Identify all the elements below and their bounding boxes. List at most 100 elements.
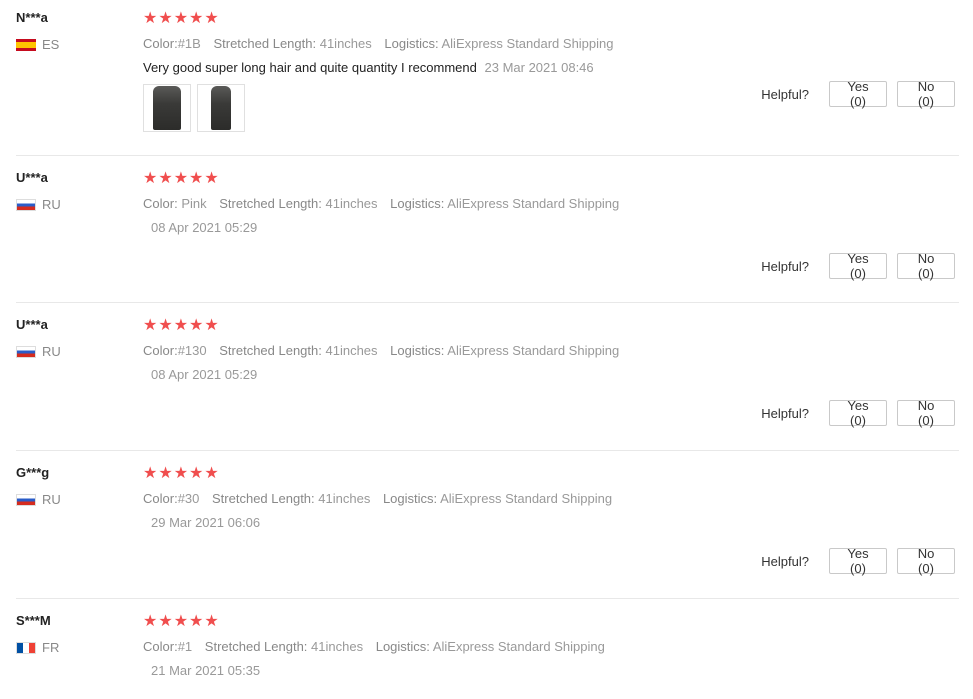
review-photo-thumbnail[interactable]: [197, 84, 245, 132]
russia-flag-icon: [16, 345, 36, 358]
reviewer-info: U***a RU: [16, 317, 136, 359]
helpful-no-button[interactable]: No (0): [897, 398, 955, 428]
review-date: 08 Apr 2021 05:29: [151, 220, 258, 235]
attr-key: Color:: [143, 639, 178, 654]
star-icon: ★: [204, 10, 219, 27]
attr-value: #130: [177, 343, 207, 358]
star-icon: ★: [158, 317, 173, 334]
star-icon: ★: [204, 317, 219, 334]
reviewer-country: RU: [16, 492, 136, 507]
review-date: 08 Apr 2021 05:29: [151, 367, 258, 382]
helpful-yes-button[interactable]: Yes (0): [829, 79, 887, 109]
helpful-label: Helpful?: [761, 553, 809, 569]
star-rating: ★ ★ ★ ★ ★: [143, 613, 743, 631]
attr-key: Color:: [143, 36, 178, 51]
hair-photo-image: [211, 86, 231, 130]
star-icon: ★: [189, 613, 204, 630]
review-date: 29 Mar 2021 06:06: [151, 515, 261, 530]
attr-value: Pink: [181, 196, 207, 211]
attr-key: Stretched Length:: [212, 491, 315, 506]
helpful-votes: Helpful? Yes (0) No (0): [761, 398, 955, 428]
spain-flag-icon: [16, 38, 36, 51]
review-item: U***a RU ★ ★ ★ ★ ★ Color:#130 Stretched …: [16, 303, 959, 451]
review-date: 21 Mar 2021 05:35: [151, 663, 261, 678]
review-main: ★ ★ ★ ★ ★ Color:#1 Stretched Length: 41i…: [143, 613, 743, 678]
review-main: ★ ★ ★ ★ ★ Color:#130 Stretched Length: 4…: [143, 317, 743, 382]
country-code: RU: [42, 197, 61, 212]
reviewer-country: RU: [16, 197, 136, 212]
star-icon: ★: [143, 10, 158, 27]
attr-value: AliExpress Standard Shipping: [441, 36, 614, 51]
star-icon: ★: [173, 170, 189, 187]
star-icon: ★: [189, 465, 204, 482]
sku-attributes: Color:#130 Stretched Length: 41inches Lo…: [143, 343, 743, 358]
helpful-yes-button[interactable]: Yes (0): [829, 251, 887, 281]
star-icon: ★: [158, 465, 173, 482]
sku-attributes: Color:#1 Stretched Length: 41inches Logi…: [143, 639, 743, 654]
russia-flag-icon: [16, 493, 36, 506]
star-icon: ★: [158, 10, 173, 27]
star-icon: ★: [189, 170, 204, 187]
reviewer-info: S***M FR: [16, 613, 136, 655]
helpful-yes-button[interactable]: Yes (0): [829, 398, 887, 428]
review-main: ★ ★ ★ ★ ★ Color:#30 Stretched Length: 41…: [143, 465, 743, 530]
helpful-no-button[interactable]: No (0): [897, 546, 955, 576]
review-content: 08 Apr 2021 05:29: [147, 367, 743, 382]
country-code: FR: [42, 640, 60, 655]
country-code: RU: [42, 344, 61, 359]
star-icon: ★: [173, 465, 189, 482]
sku-attributes: Color: Pink Stretched Length: 41inches L…: [143, 196, 743, 211]
attr-key: Stretched Length:: [204, 639, 308, 654]
helpful-no-button[interactable]: No (0): [897, 251, 955, 281]
attr-value: 41inches: [325, 343, 378, 358]
star-rating: ★ ★ ★ ★ ★: [143, 10, 743, 28]
reviewer-info: N***a ES: [16, 10, 136, 52]
attr-value: #1: [177, 639, 193, 654]
attr-value: #1B: [177, 36, 201, 51]
review-content: 08 Apr 2021 05:29: [147, 220, 743, 235]
helpful-yes-button[interactable]: Yes (0): [829, 546, 887, 576]
russia-flag-icon: [16, 198, 36, 211]
review-date: 23 Mar 2021 08:46: [484, 60, 594, 75]
star-icon: ★: [158, 613, 173, 630]
attr-key: Stretched Length:: [213, 36, 317, 51]
reviewer-country: ES: [16, 37, 136, 52]
attr-key: Stretched Length:: [219, 196, 322, 211]
review-item: G***g RU ★ ★ ★ ★ ★ Color:#30 Stretched L…: [16, 451, 959, 599]
star-icon: ★: [143, 317, 158, 334]
star-icon: ★: [173, 317, 189, 334]
sku-attributes: Color:#30 Stretched Length: 41inches Log…: [143, 491, 743, 506]
attr-key: Color:: [143, 196, 178, 211]
review-photo-thumbnail[interactable]: [143, 84, 191, 132]
reviewer-name: S***M: [16, 613, 51, 628]
helpful-no-button[interactable]: No (0): [897, 79, 955, 109]
hair-photo-image: [153, 86, 181, 130]
helpful-votes: Helpful? Yes (0) No (0): [761, 251, 955, 281]
helpful-label: Helpful?: [761, 86, 809, 102]
attr-key: Color:: [143, 343, 178, 358]
attr-key: Logistics:: [384, 36, 439, 51]
star-icon: ★: [189, 10, 204, 27]
country-code: ES: [42, 37, 60, 52]
review-content: 21 Mar 2021 05:35: [147, 663, 743, 678]
reviewer-info: U***a RU: [16, 170, 136, 212]
attr-value: #30: [177, 491, 200, 506]
review-item: U***a RU ★ ★ ★ ★ ★ Color: Pink Stretched…: [16, 156, 959, 303]
star-icon: ★: [143, 613, 158, 630]
review-photos: [143, 84, 743, 132]
review-content: Very good super long hair and quite quan…: [143, 60, 743, 75]
attr-key: Stretched Length:: [219, 343, 322, 358]
attr-value: 41inches: [325, 196, 378, 211]
star-icon: ★: [173, 10, 189, 27]
france-flag-icon: [16, 641, 36, 654]
review-item: S***M FR ★ ★ ★ ★ ★ Color:#1 Stretched Le…: [16, 599, 959, 699]
country-code: RU: [42, 492, 61, 507]
star-icon: ★: [204, 613, 219, 630]
review-content: 29 Mar 2021 06:06: [147, 515, 743, 530]
helpful-label: Helpful?: [761, 405, 809, 421]
attr-key: Logistics:: [382, 491, 438, 506]
attr-key: Color:: [143, 491, 178, 506]
star-icon: ★: [189, 317, 204, 334]
sku-attributes: Color:#1B Stretched Length: 41inches Log…: [143, 36, 743, 51]
attr-key: Logistics:: [390, 196, 445, 211]
